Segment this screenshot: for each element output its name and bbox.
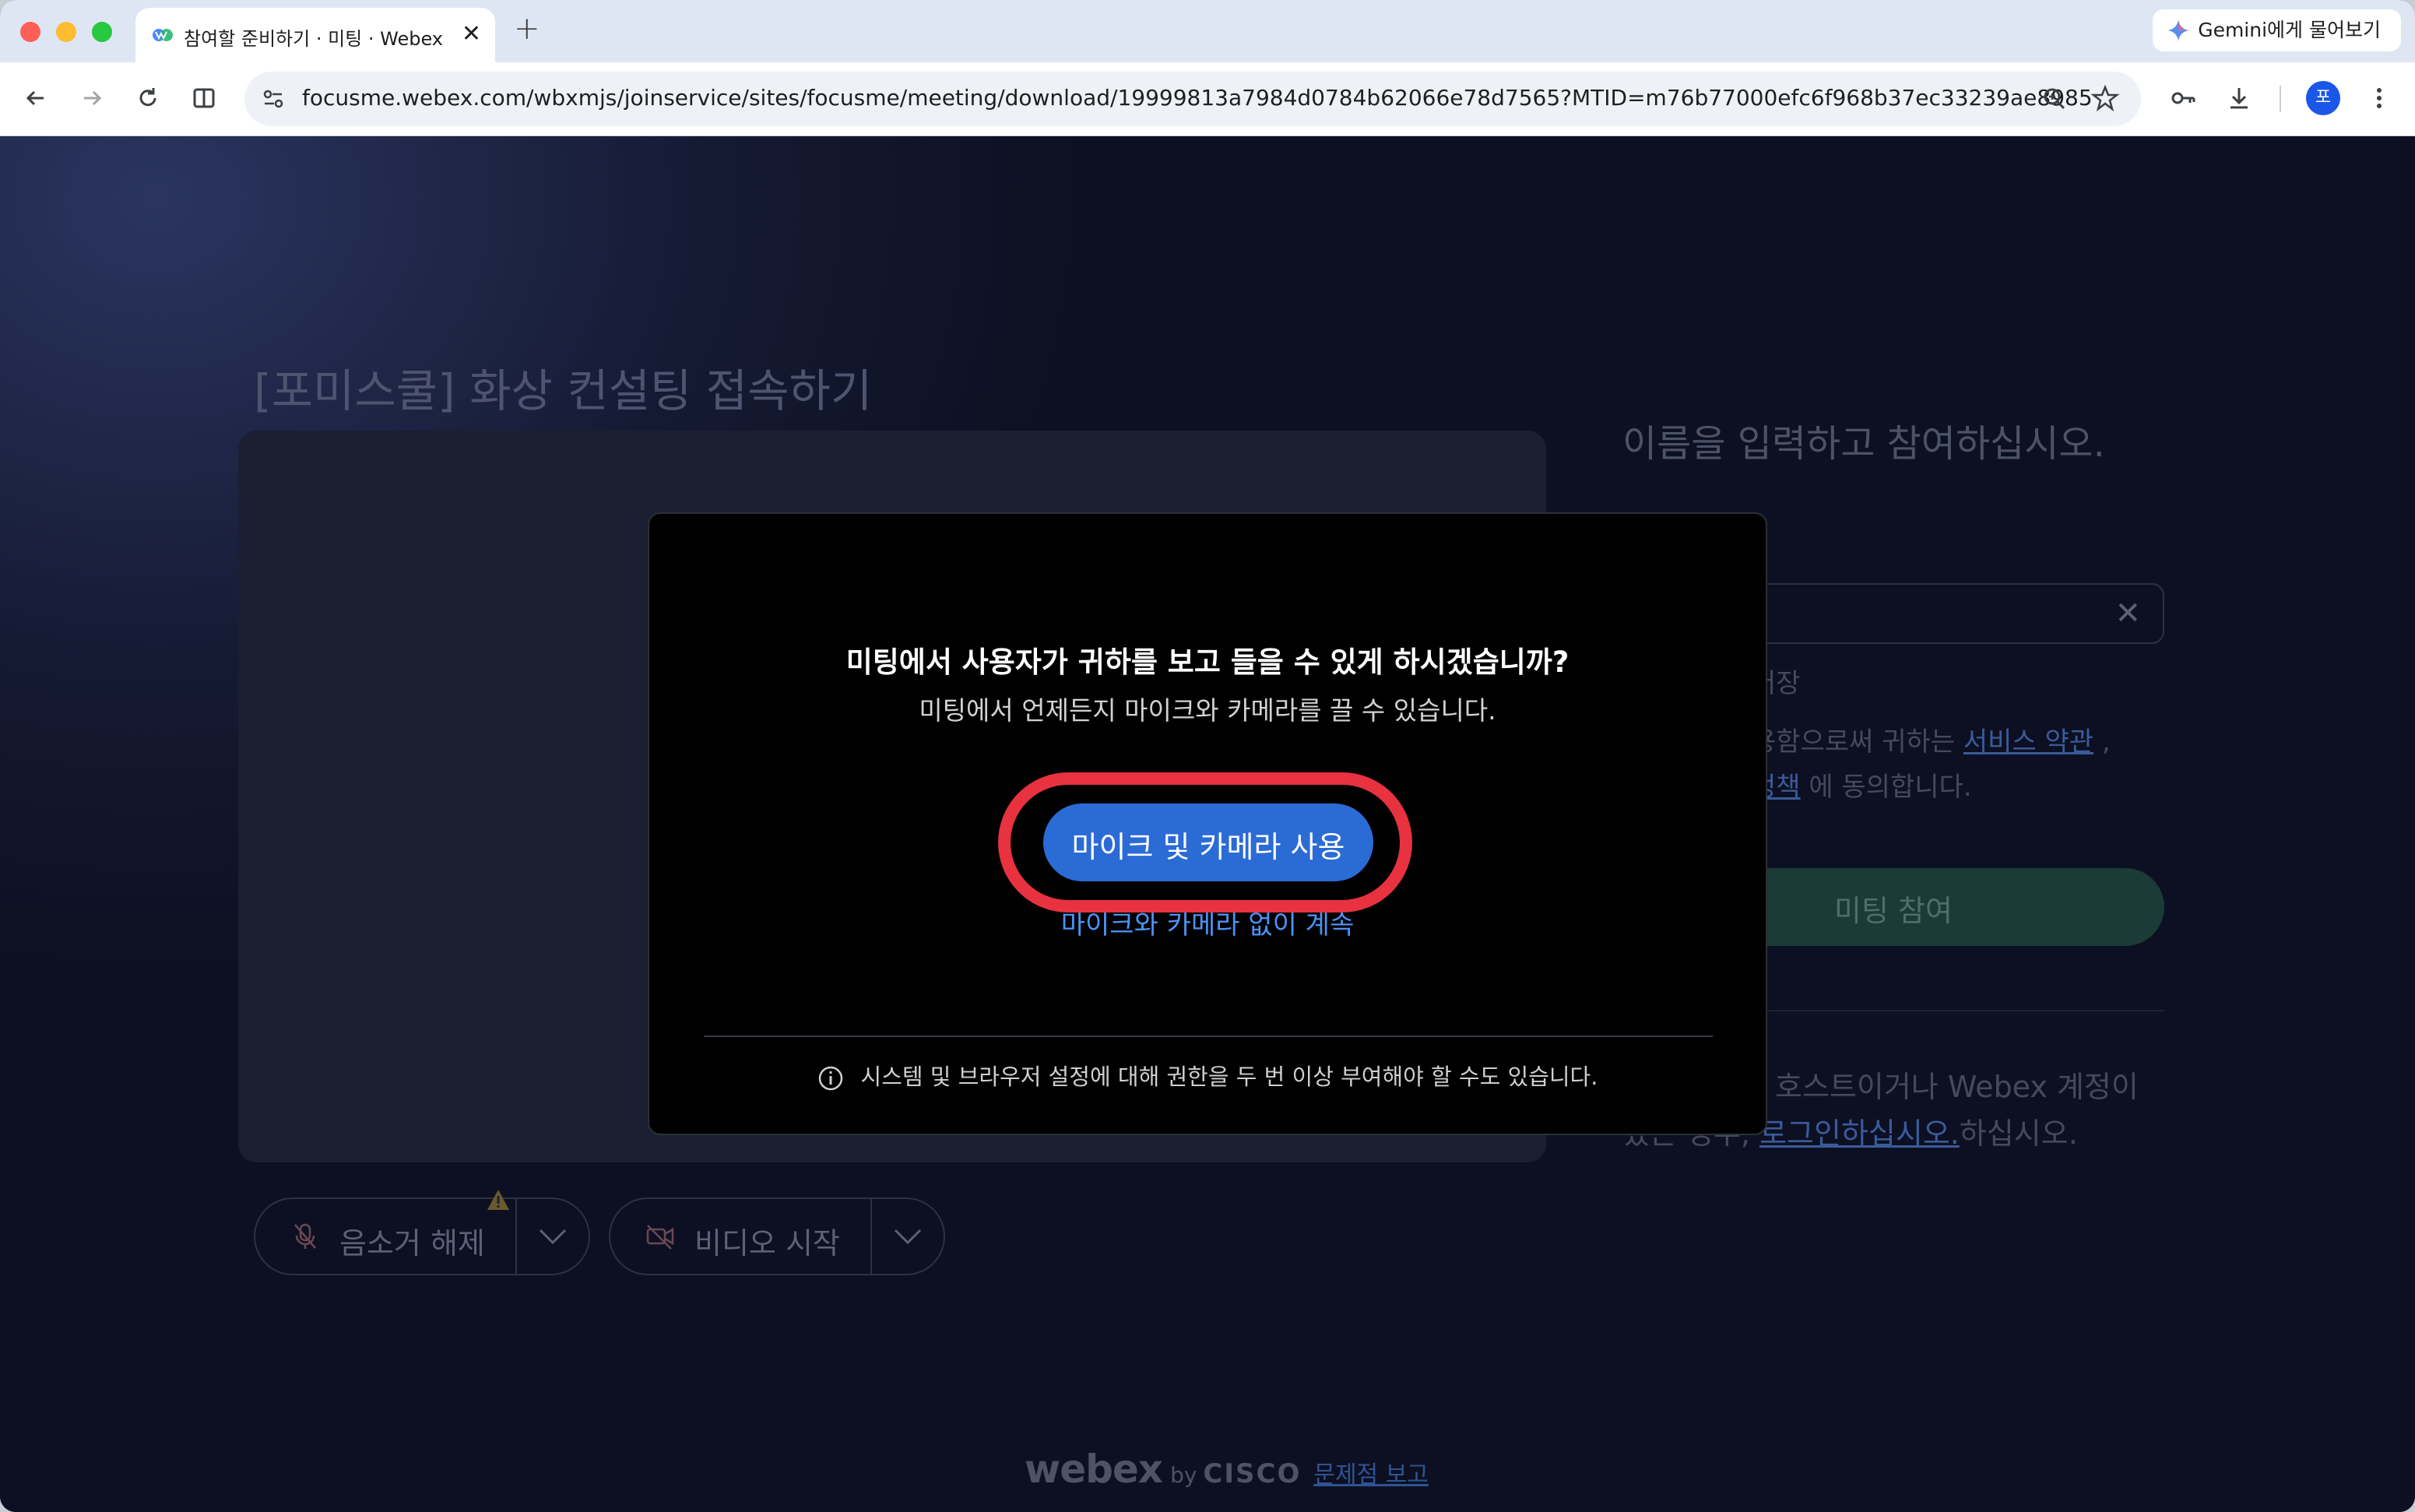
gemini-sparkle-icon — [2167, 19, 2190, 41]
close-window-button[interactable] — [20, 22, 40, 42]
modal-subtitle: 미팅에서 언제든지 마이크와 카메라를 끌 수 있습니다. — [919, 695, 1496, 726]
gemini-button[interactable]: Gemini에게 물어보기 — [2153, 9, 2401, 51]
site-settings-icon[interactable] — [258, 84, 288, 114]
join-heading: 이름을 입력하고 참여하십시오. — [1622, 422, 2105, 466]
new-tab-button[interactable]: + — [514, 11, 540, 47]
modal-divider — [704, 1036, 1713, 1037]
host-text-line-1: 호스트이거나 Webex 계정이 — [1775, 1070, 2139, 1104]
reload-icon[interactable] — [132, 83, 163, 114]
notice-text: 시스템 및 브라우저 설정에 대해 권한을 두 번 이상 부여해야 할 수도 있… — [860, 1064, 1598, 1090]
start-video-label: 비디오 시작 — [694, 1226, 840, 1261]
gemini-label: Gemini에게 물어보기 — [2198, 19, 2381, 41]
meeting-title: [포미스쿨] 화상 컨설팅 접속하기 — [254, 364, 873, 417]
start-video-control[interactable]: 비디오 시작 — [609, 1197, 945, 1275]
split-view-icon[interactable] — [188, 83, 220, 114]
footer: webex by CISCO 문제점 보고 — [1025, 1447, 1429, 1492]
webex-join-page: [포미스쿨] 화상 컨설팅 접속하기 이름을 입력하고 참여하십시오. ✕ 저장… — [0, 136, 2415, 1512]
control-divider — [515, 1199, 517, 1274]
muted-mic-icon — [294, 1223, 316, 1249]
zoom-icon[interactable] — [2040, 84, 2069, 114]
back-arrow-icon[interactable] — [20, 83, 51, 114]
chevron-down-icon[interactable] — [536, 1222, 570, 1250]
minimize-window-button[interactable] — [56, 22, 76, 42]
clear-icon[interactable]: ✕ — [2114, 596, 2141, 631]
chevron-down-icon[interactable] — [891, 1222, 925, 1250]
info-icon — [818, 1066, 842, 1091]
webex-logo: webex — [1025, 1447, 1163, 1492]
terms-line-2: 정책 에 동의합니다. — [1752, 765, 1972, 803]
address-bar[interactable]: focusme.webex.com/wbxmjs/joinservice/sit… — [244, 72, 2141, 126]
tab-title: 참여할 준비하기 · 미팅 · Webex — [184, 28, 443, 50]
forward-arrow-icon[interactable] — [76, 83, 107, 114]
report-problem-link[interactable]: 문제점 보고 — [1313, 1461, 1429, 1489]
highlight-annotation — [998, 772, 1412, 912]
terms-agree-text: 에 동의합니다. — [1800, 772, 1972, 803]
download-icon[interactable] — [2223, 83, 2255, 114]
brand-by: by — [1170, 1462, 1197, 1488]
permission-notice: 시스템 및 브라우저 설정에 대해 권한을 두 번 이상 부여해야 할 수도 있… — [649, 1059, 1766, 1092]
control-divider — [870, 1199, 872, 1274]
video-off-icon — [646, 1225, 674, 1250]
permission-modal: 미팅에서 사용자가 귀하를 보고 들을 수 있게 하시겠습니까? 미팅에서 언제… — [648, 512, 1767, 1135]
warning-icon — [487, 1190, 509, 1210]
unmute-control[interactable]: 음소거 해제 — [254, 1190, 590, 1275]
more-menu-icon[interactable] — [2364, 83, 2395, 114]
login-link[interactable]: 로그인하십시오. — [1759, 1116, 1960, 1151]
webex-favicon-icon — [153, 29, 173, 41]
terms-line-1: 용함으로써 귀하는 서비스 약관 , — [1752, 720, 2111, 758]
browser-toolbar: focusme.webex.com/wbxmjs/joinservice/sit… — [0, 62, 2415, 136]
terms-of-service-link[interactable]: 서비스 약관 — [1963, 726, 2093, 758]
toolbar-separator — [2280, 86, 2281, 112]
host-suffix: 하십시오. — [1959, 1116, 2078, 1151]
tab-active[interactable]: 참여할 준비하기 · 미팅 · Webex ✕ — [135, 8, 495, 62]
terms-suffix: , — [2093, 726, 2111, 758]
bookmark-star-icon[interactable] — [2090, 83, 2121, 114]
unmute-label: 음소거 해제 — [339, 1226, 485, 1261]
profile-avatar[interactable]: 포 — [2306, 81, 2340, 115]
cisco-logo: CISCO — [1203, 1458, 1302, 1489]
terms-text: 용함으로써 귀하는 — [1752, 726, 1963, 758]
tab-close-icon[interactable]: ✕ — [462, 20, 481, 47]
browser-window: 참여할 준비하기 · 미팅 · Webex ✕ + Gemini에게 물어보기 — [0, 0, 2415, 1512]
password-key-icon[interactable] — [2167, 83, 2199, 114]
tab-strip: 참여할 준비하기 · 미팅 · Webex ✕ + Gemini에게 물어보기 — [0, 0, 2415, 62]
maximize-window-button[interactable] — [92, 22, 112, 42]
url-text[interactable]: focusme.webex.com/wbxmjs/joinservice/sit… — [302, 85, 2093, 111]
modal-title: 미팅에서 사용자가 귀하를 보고 들을 수 있게 하시겠습니까? — [845, 645, 1570, 679]
